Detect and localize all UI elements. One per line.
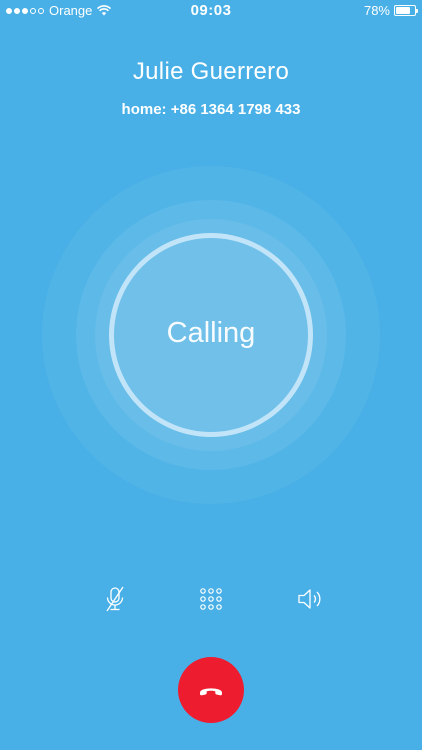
phone-hangup-icon [200, 688, 222, 696]
mic-off-icon [106, 586, 124, 612]
end-call-button[interactable] [178, 657, 244, 723]
status-bar: Orange 09:03 78% [0, 0, 422, 22]
call-status-label: Calling [166, 317, 256, 349]
clock: 09:03 [190, 2, 232, 19]
battery-fill [396, 7, 411, 14]
battery-tip [416, 9, 418, 13]
battery-icon [394, 5, 418, 16]
keypad-icon [200, 588, 222, 610]
contact-number: home: +86 1364 1798 433 [121, 101, 301, 118]
contact-name: Julie Guerrero [132, 58, 290, 85]
speaker-button[interactable] [295, 584, 325, 614]
status-right: 78% [363, 3, 418, 18]
keypad-button[interactable] [196, 584, 226, 614]
battery-percentage: 78% [363, 3, 390, 18]
mute-button[interactable] [100, 584, 130, 614]
speaker-icon [298, 589, 321, 609]
